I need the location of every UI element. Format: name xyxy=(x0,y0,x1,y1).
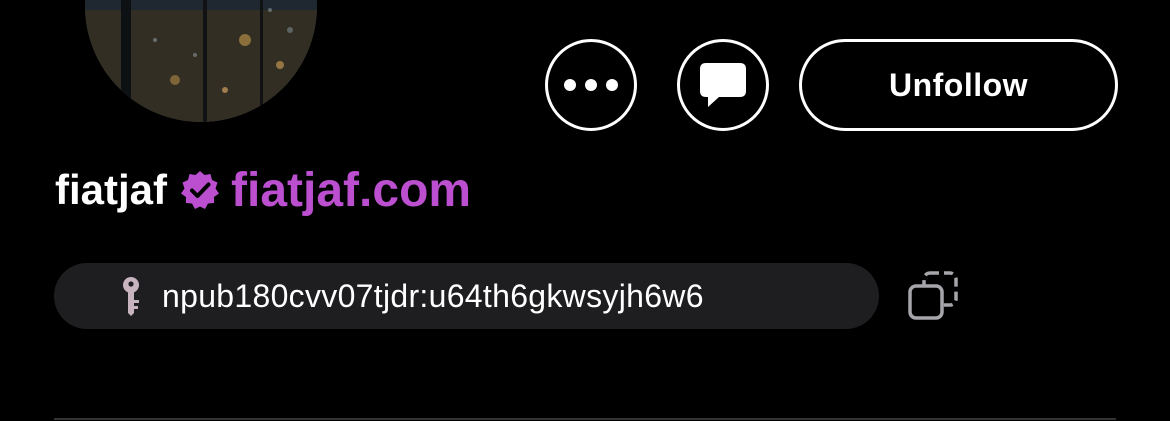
npub-pill[interactable]: npub180cvv07tjdr:u64th6gkwsyjh6w6 xyxy=(54,263,879,329)
avatar[interactable] xyxy=(85,0,317,122)
more-button[interactable] xyxy=(545,39,637,131)
profile-name-row: fiatjaf fiatjaf.com xyxy=(55,160,471,220)
message-bubble-icon xyxy=(700,63,746,107)
npub-text: npub180cvv07tjdr:u64th6gkwsyjh6w6 xyxy=(162,277,704,314)
avatar-image xyxy=(85,0,317,122)
copy-icon xyxy=(908,271,958,320)
unfollow-label: Unfollow xyxy=(888,66,1029,103)
nip05-link[interactable]: fiatjaf.com xyxy=(231,163,471,218)
divider xyxy=(54,418,1116,420)
verified-badge-icon xyxy=(179,169,221,211)
key-icon xyxy=(120,276,142,316)
more-dots-icon xyxy=(564,79,618,91)
message-button[interactable] xyxy=(677,39,769,131)
display-name: fiatjaf xyxy=(55,166,168,213)
copy-button[interactable] xyxy=(905,270,961,322)
unfollow-button[interactable]: Unfollow xyxy=(799,39,1118,131)
